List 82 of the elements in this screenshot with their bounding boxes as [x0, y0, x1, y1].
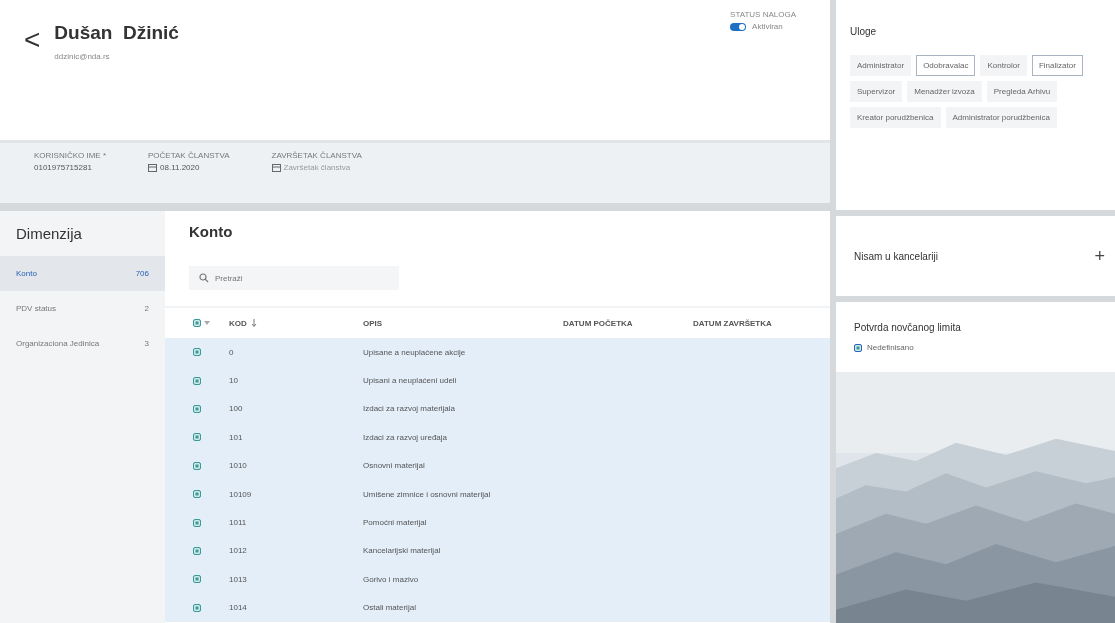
role-tag[interactable]: Pregleda Arhivu	[986, 81, 1058, 102]
column-header[interactable]: DATUM POČETKA	[563, 318, 633, 328]
table-row[interactable]: 1011 Pomoćni materijal	[165, 508, 830, 537]
role-tag[interactable]: Menadžer izvoza	[907, 81, 982, 102]
role-tag[interactable]: Kontrolor	[980, 55, 1027, 76]
table-cell: Upisani a neuplaćeni udeli	[363, 376, 457, 386]
row-checkbox[interactable]	[193, 461, 201, 470]
field-label: ZAVRŠETAK ČLANSTVA	[271, 151, 362, 160]
row-checkbox[interactable]	[193, 603, 201, 612]
sidebar-item[interactable]: PDV status 2	[0, 291, 165, 326]
table-cell: 1014	[229, 603, 247, 613]
row-checkbox[interactable]	[193, 546, 201, 555]
sort-icon[interactable]	[250, 319, 257, 327]
row-checkbox[interactable]	[193, 404, 201, 413]
table-row[interactable]: 1012 Kancelarijski materijal	[165, 536, 830, 566]
column-header[interactable]: DATUM ZAVRŠETKA	[693, 318, 772, 328]
caret-icon[interactable]	[204, 321, 210, 325]
row-checkbox[interactable]	[193, 376, 201, 385]
table-cell: 1012	[229, 546, 247, 556]
table-cell: 1011	[229, 518, 247, 528]
sidebar-item[interactable]: Organizaciona Jedinica 3	[0, 326, 165, 361]
sidebar-title: Dimenzija	[15, 225, 83, 244]
role-tag[interactable]: Supervizor	[850, 81, 903, 102]
table-row[interactable]: 10 Upisani a neuplaćeni udeli	[165, 366, 830, 395]
table-cell: Umišene zimnice i osnovni materijal	[363, 489, 491, 499]
calendar-icon	[148, 163, 157, 172]
table-row[interactable]: 0 Upisane a neuplaćene akcije	[165, 338, 830, 367]
column-header[interactable]: OPIS	[363, 318, 383, 328]
table-cell: Kancelarijski materijal	[363, 546, 441, 556]
add-button[interactable]: +	[1094, 245, 1105, 267]
role-tag[interactable]: Odobravalac	[916, 55, 976, 76]
username-field[interactable]: 0101975715281	[34, 163, 106, 172]
table-cell: Upisane a neuplaćene akcije	[363, 347, 466, 357]
status-toggle[interactable]	[730, 22, 747, 31]
role-tag[interactable]: Kreator porudžbenica	[850, 107, 941, 128]
row-checkbox[interactable]	[193, 518, 201, 527]
section-title: Konto	[188, 223, 234, 240]
table-cell: Izdaci za razvoj uređaja	[363, 432, 448, 442]
field-label: KORISNIČKO IME *	[34, 151, 106, 160]
table-cell: Ostali materijal	[363, 603, 416, 613]
table-cell: 101	[229, 432, 243, 442]
status-text: Aktiviran	[752, 22, 783, 31]
table-cell: 100	[229, 404, 243, 414]
table-cell: 10109	[229, 489, 252, 499]
column-header[interactable]: KOD	[229, 318, 247, 328]
table-cell: 1010	[229, 461, 247, 471]
row-checkbox[interactable]	[193, 348, 201, 357]
table-cell: Izdaci za razvoj materijala	[363, 404, 456, 414]
card-title: Potvrda novčanog limita	[854, 322, 962, 333]
user-name: Dušan Džinić	[54, 22, 179, 44]
option-label: Nedefinisano	[867, 343, 914, 352]
option-checkbox[interactable]	[854, 343, 862, 352]
card-title: Nisam u kancelariji	[854, 250, 938, 262]
back-button[interactable]: <	[24, 24, 41, 140]
table-cell: Pomoćni materijal	[363, 518, 427, 528]
table-cell: 10	[229, 376, 238, 386]
row-checkbox[interactable]	[193, 433, 201, 442]
field-label: POČETAK ČLANSTVA	[148, 151, 230, 160]
table-row[interactable]: 1010 Osnovni materijal	[165, 451, 830, 480]
table-row[interactable]: 1013 Gorivo i mazivo	[165, 565, 830, 594]
table-cell: 1013	[229, 574, 247, 584]
calendar-icon	[271, 163, 281, 172]
table-cell: 0	[229, 347, 234, 357]
table-row[interactable]: 10109 Umišene zimnice i osnovni materijal	[165, 479, 830, 509]
role-tag[interactable]: Finalizator	[1031, 55, 1083, 76]
row-checkbox[interactable]	[193, 575, 201, 584]
user-email: ddzinic@nda.rs	[54, 52, 111, 61]
search-field[interactable]: Pretraži	[189, 266, 399, 290]
table-cell: Gorivo i mazivo	[363, 574, 419, 584]
table-row[interactable]: 100 Izdaci za razvoj materijala	[165, 394, 830, 424]
card-title: Uloge	[850, 26, 878, 37]
table-row[interactable]: 1014 Ostali materijal	[165, 593, 830, 622]
status-label: STATUS NALOGA	[730, 10, 796, 19]
table-cell: Osnovni materijal	[363, 461, 425, 471]
date-field[interactable]: 08.11.2020	[148, 163, 230, 172]
table-row[interactable]: 101 Izdaci za razvoj uređaja	[165, 423, 830, 452]
sidebar-item[interactable]: Konto 706	[0, 256, 165, 291]
search-icon	[199, 273, 209, 283]
row-checkbox[interactable]	[193, 490, 201, 499]
role-tag[interactable]: Administrator	[850, 55, 912, 76]
role-tag[interactable]: Administrator porudžbenica	[945, 107, 1057, 128]
select-all-checkbox[interactable]	[193, 319, 201, 327]
